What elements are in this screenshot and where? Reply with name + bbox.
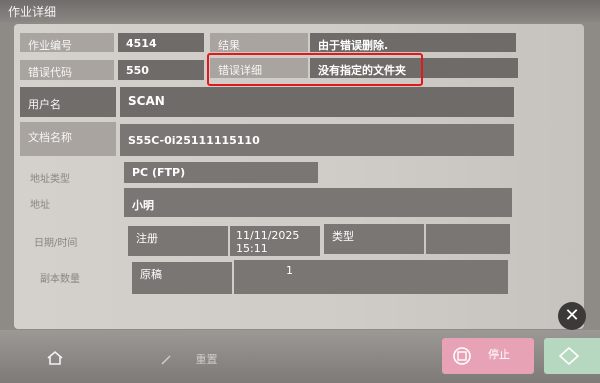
start-icon (558, 346, 580, 366)
type-value (426, 224, 510, 254)
job-number-label: 作业编号 (20, 33, 114, 52)
result-label: 结果 (210, 33, 308, 52)
date-value: 11/11/2025 (236, 229, 300, 242)
copies-label: 副本数量 (40, 274, 80, 284)
reset-label: 重置 (195, 353, 218, 366)
error-code-value: 550 (118, 60, 204, 80)
job-number-value: 4514 (118, 33, 204, 52)
address-type-label: 地址类型 (30, 174, 70, 184)
time-value: 15:11 (236, 242, 268, 255)
datetime-label: 日期/时间 (34, 238, 78, 248)
home-button[interactable] (46, 350, 64, 370)
user-name-label: 用户名 (20, 87, 116, 117)
register-label: 注册 (128, 226, 228, 256)
address-label: 地址 (30, 200, 50, 210)
document-name-value: S55C-0i25111115110 (120, 124, 514, 156)
close-icon: ✕ (564, 305, 580, 326)
address-type-value: PC (FTP) (124, 162, 318, 183)
window-title: 作业详细 (8, 5, 57, 19)
reset-icon (161, 355, 171, 365)
stop-icon (453, 347, 471, 365)
address-value: 小明 (124, 188, 512, 217)
original-label: 原稿 (132, 262, 232, 294)
user-name-value: SCAN (120, 87, 514, 117)
document-name-label: 文档名称 (20, 122, 116, 156)
type-label: 类型 (324, 224, 424, 254)
close-button[interactable]: ✕ (558, 302, 586, 330)
datetime-value: 11/11/2025 15:11 (230, 226, 320, 256)
error-code-label: 错误代码 (20, 60, 114, 80)
home-icon (47, 350, 63, 365)
error-detail-highlight (207, 53, 423, 86)
reset-button[interactable]: 重置 (160, 351, 218, 367)
title-bar: 作业详细 (0, 0, 600, 22)
stop-label: 停止 (488, 348, 510, 361)
result-value: 由于错误删除. (310, 33, 516, 52)
copies-value: 1 (234, 260, 508, 294)
